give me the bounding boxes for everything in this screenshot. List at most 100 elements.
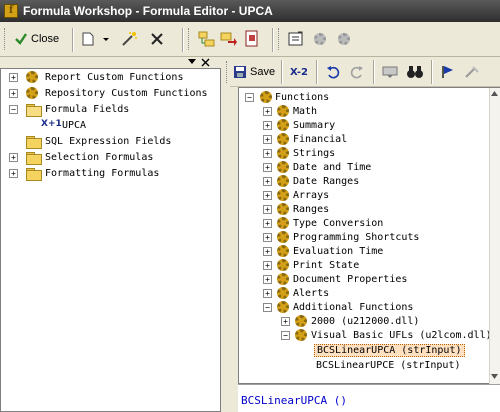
folder-icon — [26, 136, 42, 149]
check-formula-button[interactable]: X-2 — [290, 60, 308, 84]
toolbar-grip — [188, 28, 191, 50]
toolbar-grip — [278, 28, 281, 50]
function-tree-pane: − Functions + Math + Summary + Financial… — [238, 87, 500, 384]
tree-item-label: Date and Time — [293, 162, 372, 173]
gear-icon — [260, 91, 272, 103]
undo-icon — [327, 66, 340, 79]
flag-icon — [442, 66, 453, 78]
function-tree-scrollbar[interactable] — [489, 88, 500, 384]
expand-icon[interactable]: + — [263, 149, 272, 158]
expand-icon[interactable]: + — [9, 89, 18, 98]
gear-icon — [295, 315, 307, 327]
show-tree-button[interactable] — [198, 27, 216, 51]
tree-item-label: Type Conversion — [293, 218, 384, 229]
tree-item-label: Math — [293, 106, 318, 117]
main-toolbar: Close — [0, 22, 500, 57]
tree-item-label-selected: BCSLinearUPCA (strInput) — [314, 344, 465, 357]
tree-item-label: 2000 (u212000.dll) — [311, 316, 420, 327]
expand-icon[interactable]: + — [263, 191, 272, 200]
expand-icon[interactable]: + — [263, 205, 272, 214]
expand-icon[interactable]: + — [263, 219, 272, 228]
gear-icon — [338, 33, 350, 45]
tree-item-label: Evaluation Time — [293, 246, 384, 257]
gear-icon — [277, 119, 289, 131]
gear-icon — [277, 161, 289, 173]
scroll-down-icon[interactable] — [490, 372, 499, 381]
expand-icon[interactable]: + — [9, 153, 18, 162]
app-icon: f — [4, 4, 18, 18]
expand-icon[interactable]: + — [263, 275, 272, 284]
tree-item-label: SQL Expression Fields — [45, 136, 172, 147]
folder-open-icon — [26, 104, 42, 117]
toolbar-separator — [316, 60, 318, 84]
new-dropdown-button[interactable] — [103, 27, 110, 51]
collapse-icon[interactable]: − — [9, 105, 18, 114]
bookmark-button[interactable] — [440, 60, 456, 84]
tree-item-label: Arrays — [293, 190, 330, 201]
toolbar-separator — [72, 28, 74, 52]
new-button[interactable] — [82, 27, 94, 51]
browse-data-button[interactable] — [382, 60, 398, 84]
properties-icon — [288, 31, 303, 46]
tree-item-label: Programming Shortcuts — [293, 232, 420, 243]
expand-icon[interactable]: + — [263, 261, 272, 270]
pane-arrow-icon[interactable] — [188, 59, 197, 66]
save-label: Save — [250, 66, 276, 78]
tree-item-label: BCSLinearUPCE (strInput) — [316, 360, 461, 371]
gear-icon — [295, 329, 307, 341]
new-formula-wand-button[interactable] — [120, 27, 138, 51]
checkmark-icon — [15, 33, 27, 45]
collapse-icon[interactable]: − — [245, 93, 254, 102]
pane-splitter[interactable] — [221, 57, 230, 412]
redo-icon — [350, 66, 363, 79]
toggle-editor-button[interactable] — [220, 27, 238, 51]
undo-button[interactable] — [326, 60, 340, 84]
expand-icon[interactable]: + — [263, 107, 272, 116]
collapse-icon[interactable]: − — [263, 303, 272, 312]
tree-folders-icon — [198, 31, 215, 47]
redo-button[interactable] — [350, 60, 364, 84]
show-workshop-button[interactable] — [244, 27, 260, 51]
expand-icon[interactable]: + — [9, 73, 18, 82]
tree-item-label: Visual Basic UFLs (u2lcom.dll) — [311, 330, 492, 341]
formula-text-editor[interactable]: BCSLinearUPCA () — [238, 384, 500, 412]
find-button[interactable] — [406, 60, 424, 84]
expand-icon[interactable]: + — [263, 233, 272, 242]
tree-item-label: Summary — [293, 120, 336, 131]
tree-item-label: Print State — [293, 260, 360, 271]
clear-bookmarks-button[interactable] — [464, 60, 480, 84]
expand-icon[interactable]: + — [263, 247, 272, 256]
formula-tree-pane: + Report Custom Functions + Repository C… — [0, 68, 221, 412]
gear-icon — [277, 217, 289, 229]
expand-icon[interactable]: + — [281, 317, 290, 326]
expand-icon[interactable]: + — [9, 169, 18, 178]
options-button[interactable] — [287, 27, 305, 51]
left-pane-header — [0, 57, 221, 68]
tree-item-label: Document Properties — [293, 274, 408, 285]
pane-close-icon[interactable] — [201, 58, 210, 67]
collapse-icon[interactable]: − — [281, 331, 290, 340]
expand-icon[interactable]: + — [263, 163, 272, 172]
folder-icon — [26, 168, 42, 181]
scroll-up-icon[interactable] — [490, 89, 499, 98]
expand-icon[interactable]: + — [263, 177, 272, 186]
gear-icon — [26, 71, 38, 83]
close-button[interactable]: Close — [14, 27, 59, 51]
document-view-icon — [245, 30, 258, 47]
tree-item-label: Functions — [275, 92, 330, 103]
gear-icon — [277, 203, 289, 215]
expand-icon[interactable]: + — [263, 135, 272, 144]
save-button[interactable]: Save — [233, 60, 275, 84]
gear-button-1[interactable] — [314, 27, 326, 51]
expand-icon[interactable]: + — [263, 289, 272, 298]
gear-icon — [277, 301, 289, 313]
gear-icon — [277, 287, 289, 299]
tree-item-label: Date Ranges — [293, 176, 360, 187]
gear-icon — [277, 189, 289, 201]
expand-icon[interactable]: + — [263, 121, 272, 130]
gear-button-2[interactable] — [338, 27, 350, 51]
formula-icon: X+1 — [41, 119, 62, 129]
tree-item-label: Formula Fields — [45, 104, 130, 115]
delete-button[interactable] — [150, 27, 164, 51]
window-title: Formula Workshop - Formula Editor - UPCA — [23, 4, 273, 18]
